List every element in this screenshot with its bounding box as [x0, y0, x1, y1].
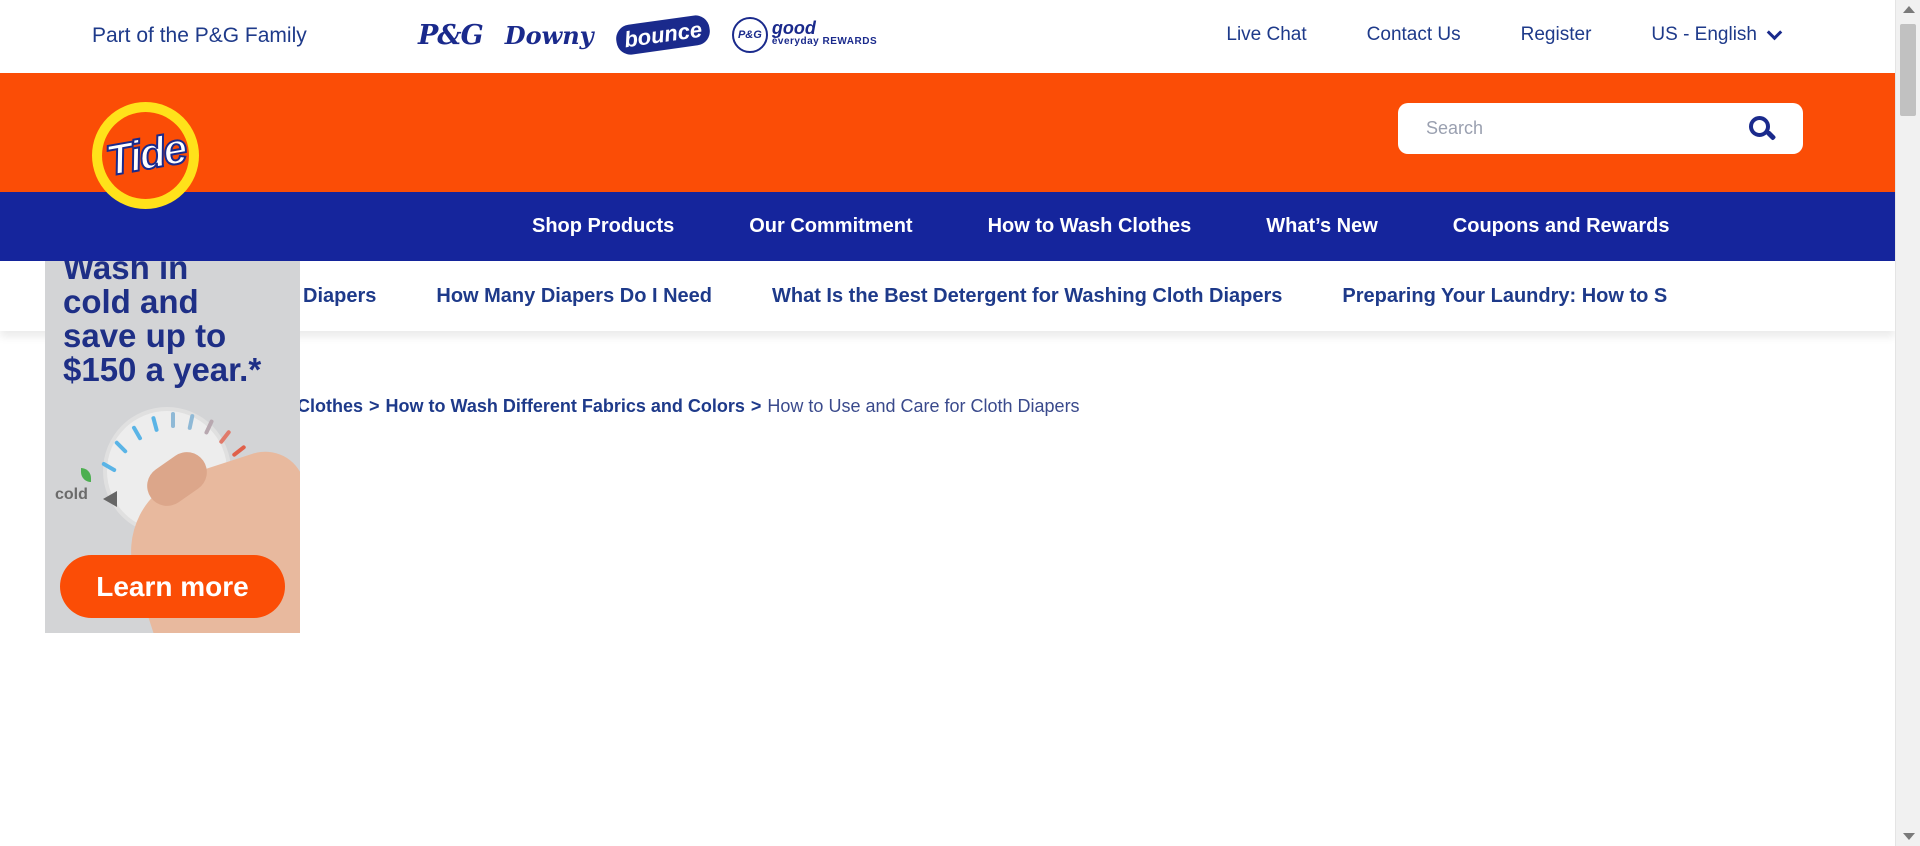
language-label: US - English — [1651, 24, 1757, 45]
language-selector[interactable]: US - English — [1651, 24, 1783, 46]
sub-nav-track[interactable]: Diapers How Many Diapers Do I Need What … — [303, 261, 1803, 331]
leaf-icon — [81, 468, 91, 482]
subnav-item-how-many-diapers[interactable]: How Many Diapers Do I Need — [436, 285, 712, 308]
dial-pointer-icon — [103, 491, 117, 507]
search-icon[interactable] — [1749, 115, 1777, 142]
tide-logo[interactable]: Tide — [92, 102, 199, 209]
page-scrollbar[interactable] — [1895, 0, 1920, 846]
subnav-item-diapers[interactable]: Diapers — [303, 285, 376, 308]
subnav-item-best-detergent[interactable]: What Is the Best Detergent for Washing C… — [772, 285, 1282, 308]
contact-us-link[interactable]: Contact Us — [1367, 24, 1461, 46]
scroll-thumb[interactable] — [1900, 24, 1916, 116]
nav-our-commitment[interactable]: Our Commitment — [749, 215, 912, 238]
search-box[interactable] — [1398, 103, 1803, 154]
brand-header — [0, 73, 1895, 192]
dial-tick — [171, 412, 175, 428]
breadcrumb: Clothes > How to Wash Different Fabrics … — [297, 396, 1080, 417]
pg-circle-icon: P&G — [731, 17, 768, 53]
subnav-item-preparing-laundry[interactable]: Preparing Your Laundry: How to S — [1342, 285, 1667, 308]
pg-logo[interactable]: P&G — [418, 20, 484, 51]
bounce-logo[interactable]: bounce — [613, 13, 712, 57]
nav-shop-products[interactable]: Shop Products — [532, 215, 674, 238]
breadcrumb-link-clothes[interactable]: Clothes — [297, 396, 363, 417]
breadcrumb-separator: > — [369, 396, 380, 416]
learn-more-button[interactable]: Learn more — [60, 555, 285, 618]
breadcrumb-separator: > — [750, 396, 762, 416]
wash-cold-ad[interactable]: Wash in cold and save up to $150 a year.… — [45, 261, 300, 633]
search-input[interactable] — [1426, 118, 1749, 139]
scroll-up-arrow-icon[interactable] — [1903, 6, 1915, 13]
rewards-wordmark: good everyday REWARDS — [771, 18, 878, 47]
nav-coupons-and-rewards[interactable]: Coupons and Rewards — [1453, 215, 1670, 238]
tide-logo-wordmark: Tide — [101, 123, 190, 186]
breadcrumb-current: How to Use and Care for Cloth Diapers — [767, 396, 1080, 416]
chevron-down-icon — [1766, 24, 1783, 41]
live-chat-link[interactable]: Live Chat — [1226, 24, 1306, 46]
pg-family-text: Part of the P&G Family — [92, 24, 307, 47]
pg-good-everyday-rewards-logo[interactable]: P&G good everyday REWARDS — [731, 17, 878, 53]
ad-cold-label: cold — [55, 486, 88, 503]
scroll-down-arrow-icon[interactable] — [1903, 833, 1915, 840]
ad-headline: Wash in cold and save up to $150 a year.… — [63, 261, 262, 388]
main-nav: Shop Products Our Commitment How to Wash… — [0, 192, 1895, 261]
downy-logo[interactable]: Downy — [505, 21, 594, 50]
dial-tick — [218, 429, 232, 445]
nav-how-to-wash-clothes[interactable]: How to Wash Clothes — [988, 215, 1192, 238]
nav-whats-new[interactable]: What’s New — [1266, 215, 1378, 238]
breadcrumb-link-fabrics-colors[interactable]: How to Wash Different Fabrics and Colors — [386, 396, 745, 417]
utility-links: Live Chat Contact Us Register US - Engli… — [1166, 24, 1783, 46]
register-link[interactable]: Register — [1521, 24, 1592, 46]
brand-logos: P&G Downy bounce P&G good everyday REWARD… — [418, 12, 877, 58]
utility-bar: Part of the P&G Family P&G Downy bounce … — [0, 0, 1895, 73]
